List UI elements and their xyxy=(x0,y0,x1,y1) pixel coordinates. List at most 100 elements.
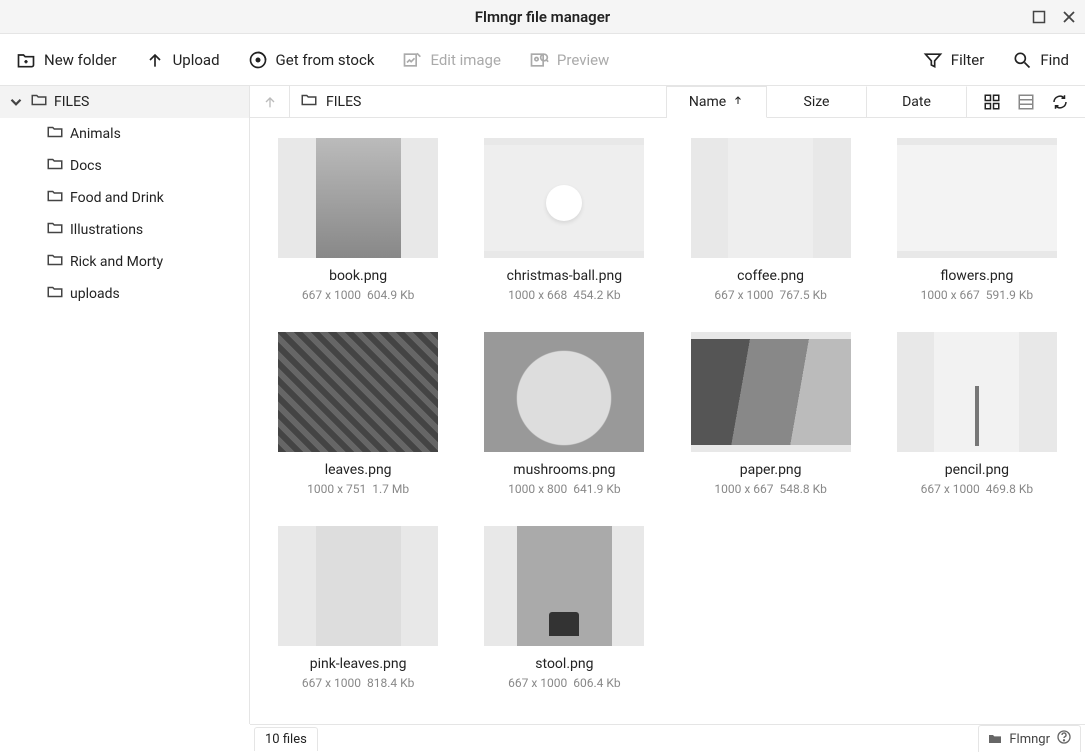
file-name: christmas-ball.png xyxy=(507,268,622,284)
folder-icon xyxy=(300,91,318,113)
breadcrumb-current: FILES xyxy=(326,94,361,110)
arrow-up-icon xyxy=(732,94,744,110)
close-icon[interactable] xyxy=(1061,9,1077,25)
file-thumbnail xyxy=(897,138,1057,258)
file-card[interactable]: leaves.png 1000 x 751 1.7 Mb xyxy=(260,332,456,496)
preview-label: Preview xyxy=(557,51,609,69)
file-meta: 667 x 1000 818.4 Kb xyxy=(302,676,414,690)
refresh-icon[interactable] xyxy=(1051,93,1069,111)
sidebar-item-uploads[interactable]: uploads xyxy=(0,278,249,310)
content-header: FILES Name Size Date xyxy=(250,86,1085,118)
file-card[interactable]: book.png 667 x 1000 604.9 Kb xyxy=(260,138,456,302)
go-up-button[interactable] xyxy=(250,86,290,117)
file-card[interactable]: pink-leaves.png667 x 1000 818.4 Kb xyxy=(260,526,456,690)
folder-icon xyxy=(46,187,64,209)
sort-name-tab[interactable]: Name xyxy=(667,86,767,118)
file-card[interactable]: paper.png1000 x 667 548.8 Kb xyxy=(673,332,869,496)
file-thumbnail xyxy=(484,138,644,258)
list-view-icon[interactable] xyxy=(1017,93,1035,111)
window-title: Flmngr file manager xyxy=(475,8,610,26)
sort-date-tab[interactable]: Date xyxy=(867,86,967,117)
folder-icon xyxy=(46,251,64,273)
file-thumbnail xyxy=(691,332,851,452)
chevron-down-icon[interactable] xyxy=(8,93,24,111)
folder-icon xyxy=(30,91,48,113)
tree-root-label: FILES xyxy=(54,94,89,110)
window-controls xyxy=(1031,0,1077,34)
sidebar-item-food-and-drink[interactable]: Food and Drink xyxy=(0,182,249,214)
file-card[interactable]: pencil.png 667 x 1000 469.8 Kb xyxy=(879,332,1075,496)
file-grid: book.png 667 x 1000 604.9 Kb christmas-bal… xyxy=(250,118,1085,724)
sort-size-label: Size xyxy=(804,94,830,110)
upload-button[interactable]: Upload xyxy=(145,50,220,70)
find-label: Find xyxy=(1040,51,1069,69)
file-meta: 1000 x 800 641.9 Kb xyxy=(508,482,620,496)
sidebar-item-docs[interactable]: Docs xyxy=(0,150,249,182)
file-thumbnail xyxy=(278,332,438,452)
folder-icon xyxy=(46,155,64,177)
filter-button[interactable]: Filter xyxy=(923,50,985,70)
folder-icon xyxy=(46,283,64,305)
file-name: pencil.png xyxy=(945,462,1009,478)
file-thumbnail xyxy=(691,138,851,258)
file-card[interactable]: flowers.png 1000 x 667 591.9 Kb xyxy=(879,138,1075,302)
file-name: leaves.png xyxy=(325,462,392,478)
sidebar-item-label: Animals xyxy=(70,126,121,142)
get-from-stock-button[interactable]: Get from stock xyxy=(248,50,375,70)
folder-icon xyxy=(46,219,64,241)
file-meta: 667 x 1000 469.8 Kb xyxy=(921,482,1033,496)
main: FILES Animals Docs Food and Drink Illustrat… xyxy=(0,86,1085,724)
sort-size-tab[interactable]: Size xyxy=(767,86,867,117)
file-name: coffee.png xyxy=(737,268,804,284)
get-from-stock-label: Get from stock xyxy=(276,51,375,69)
preview-button: Preview xyxy=(529,50,609,70)
file-card[interactable]: coffee.png 667 x 1000 767.5 Kb xyxy=(673,138,869,302)
folder-icon xyxy=(46,123,64,145)
new-folder-button[interactable]: New folder xyxy=(16,50,117,70)
file-meta: 667 x 1000 604.9 Kb xyxy=(302,288,414,302)
sidebar-item-label: Rick and Morty xyxy=(70,254,163,270)
file-thumbnail xyxy=(278,138,438,258)
file-meta: 1000 x 667 591.9 Kb xyxy=(921,288,1033,302)
filter-label: Filter xyxy=(951,51,985,69)
file-card[interactable]: christmas-ball.png 1000 x 668 454.2 Kb xyxy=(466,138,662,302)
file-name: flowers.png xyxy=(940,268,1013,284)
status-count: 10 files xyxy=(254,727,318,751)
content: FILES Name Size Date xyxy=(250,86,1085,724)
file-meta: 1000 x 668 454.2 Kb xyxy=(508,288,620,302)
brand-link[interactable]: Flmngr xyxy=(978,725,1081,752)
statusbar: 10 files Flmngr xyxy=(250,724,1085,752)
file-thumbnail xyxy=(897,332,1057,452)
tree-root-files[interactable]: FILES xyxy=(0,86,249,118)
file-meta: 667 x 1000 606.4 Kb xyxy=(508,676,620,690)
file-meta: 1000 x 667 548.8 Kb xyxy=(714,482,826,496)
find-button[interactable]: Find xyxy=(1012,50,1069,70)
sidebar-item-illustrations[interactable]: Illustrations xyxy=(0,214,249,246)
edit-image-label: Edit image xyxy=(430,51,500,69)
sidebar-item-label: Illustrations xyxy=(70,222,143,238)
view-controls xyxy=(967,86,1085,117)
sidebar-item-label: Docs xyxy=(70,158,102,174)
file-meta: 1000 x 751 1.7 Mb xyxy=(307,482,409,496)
maximize-icon[interactable] xyxy=(1031,9,1047,25)
toolbar: New folder Upload Get from stock Edit im… xyxy=(0,34,1085,86)
file-thumbnail xyxy=(484,526,644,646)
help-icon[interactable] xyxy=(1056,729,1072,749)
new-folder-label: New folder xyxy=(44,51,117,69)
breadcrumb[interactable]: FILES xyxy=(290,86,667,117)
file-thumbnail xyxy=(278,526,438,646)
file-name: mushrooms.png xyxy=(513,462,615,478)
edit-image-button: Edit image xyxy=(402,50,500,70)
file-name: stool.png xyxy=(535,656,593,672)
sidebar-item-rick-and-morty[interactable]: Rick and Morty xyxy=(0,246,249,278)
file-meta: 667 x 1000 767.5 Kb xyxy=(714,288,826,302)
file-card[interactable]: mushrooms.png 1000 x 800 641.9 Kb xyxy=(466,332,662,496)
upload-label: Upload xyxy=(173,51,220,69)
file-thumbnail xyxy=(484,332,644,452)
grid-view-icon[interactable] xyxy=(983,93,1001,111)
sort-name-label: Name xyxy=(689,94,726,110)
file-name: book.png xyxy=(329,268,387,284)
sidebar-item-animals[interactable]: Animals xyxy=(0,118,249,150)
sort-tabs: Name Size Date xyxy=(667,86,967,117)
file-card[interactable]: stool.png 667 x 1000 606.4 Kb xyxy=(466,526,662,690)
